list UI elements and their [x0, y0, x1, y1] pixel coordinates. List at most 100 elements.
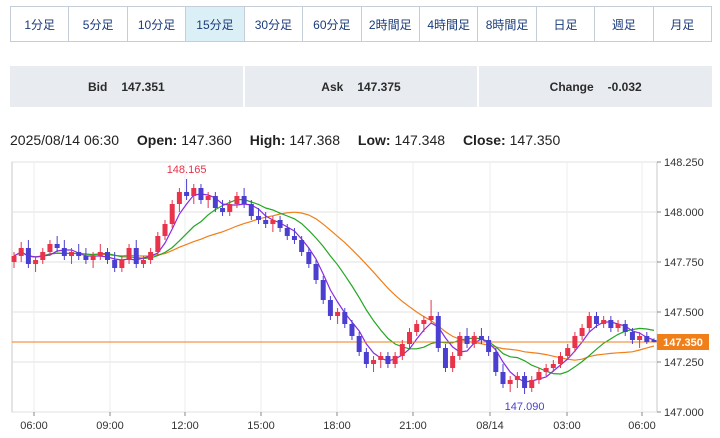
change-value: -0.032 [607, 79, 642, 94]
candle-body [363, 352, 369, 364]
candle-body [299, 240, 305, 252]
candle-body [25, 248, 31, 264]
candlestick-chart[interactable]: 147.000 147.250 147.500 147.750 148.000 148.2… [0, 150, 720, 438]
candle-body [493, 352, 499, 372]
candle-body [205, 196, 211, 200]
x-tick-label: 18:00 [323, 420, 351, 432]
candle-body [248, 204, 254, 216]
x-tick-label: 09:00 [96, 420, 124, 432]
candle-body [543, 368, 549, 372]
current-price-label: 147.350 [663, 337, 703, 349]
tab-9[interactable]: 8時間足 [478, 7, 537, 41]
y-tick-label: 147.000 [664, 407, 704, 419]
tab-7[interactable]: 2時間足 [362, 7, 420, 41]
candle-body [522, 376, 528, 388]
tab-6[interactable]: 60分足 [303, 7, 362, 41]
candle-body [97, 252, 103, 256]
candle-body [191, 188, 197, 196]
candle-body [464, 336, 470, 344]
candle-body [428, 316, 434, 320]
tab-5[interactable]: 30分足 [245, 7, 304, 41]
open-value: 147.360 [181, 132, 232, 148]
candle-body [33, 260, 39, 264]
tab-10[interactable]: 日足 [537, 7, 596, 41]
x-tick-label: 08/14 [476, 420, 504, 432]
candle-body [263, 220, 269, 224]
candle-body [76, 252, 82, 256]
candle-body [507, 380, 513, 384]
candle-body [83, 256, 89, 260]
candle-body [550, 364, 556, 368]
ask-value: 147.375 [357, 79, 401, 94]
candle-body [162, 224, 168, 236]
high-label: High: [249, 132, 286, 148]
candle-body [529, 380, 535, 388]
ohlc-datetime: 2025/08/14 06:30 [10, 132, 119, 148]
candle-body [220, 208, 226, 212]
candle-body [184, 192, 190, 196]
tab-2[interactable]: 5分足 [69, 7, 128, 41]
candle-body [270, 220, 276, 224]
close-label: Close: [462, 132, 506, 148]
y-tick-label: 147.750 [664, 257, 704, 269]
candle-body [119, 260, 125, 268]
candle-body [586, 316, 592, 328]
candle-body [651, 340, 657, 342]
candle-body [176, 192, 182, 204]
candle-body [579, 328, 585, 336]
x-tick-label: 06:00 [628, 420, 656, 432]
candle-body [378, 356, 384, 360]
change-label: Change [549, 79, 594, 94]
x-tick-label: 12:00 [171, 420, 199, 432]
candle-body [155, 236, 161, 252]
candle-body [356, 336, 362, 352]
candle-body [47, 244, 53, 252]
x-tick-label: 06:00 [20, 420, 48, 432]
candle-body [371, 360, 377, 364]
candle-body [349, 324, 355, 336]
x-tick-label: 21:00 [399, 420, 427, 432]
candle-body [629, 332, 635, 340]
candle-body [234, 196, 240, 204]
tab-11[interactable]: 週足 [595, 7, 654, 41]
candle-body [335, 312, 341, 316]
candle-body [414, 324, 420, 332]
high-annotation: 148.165 [167, 164, 207, 176]
candle-body [392, 356, 398, 364]
low-label: Low: [357, 132, 391, 148]
candle-body [478, 336, 484, 340]
candle-body [212, 196, 218, 208]
candle-body [615, 324, 621, 328]
change-box: Change -0.032 [479, 66, 713, 107]
candle-body [450, 356, 456, 368]
candle-body [536, 372, 542, 380]
candle-body [140, 260, 146, 264]
candle-body [622, 324, 628, 332]
candle-body [486, 340, 492, 352]
tab-8[interactable]: 4時間足 [420, 7, 479, 41]
candle-body [558, 356, 564, 364]
ask-label: Ask [321, 79, 344, 94]
quote-bar: Bid 147.351 Ask 147.375 Change -0.032 [10, 66, 713, 107]
candle-body [421, 320, 427, 324]
candle-body [601, 320, 607, 324]
y-tick-label: 147.500 [664, 307, 704, 319]
candle-body [593, 316, 599, 324]
candle-body [40, 252, 46, 260]
timeframe-tabs: 1分足 5分足 10分足 15分足 30分足 60分足 2時間足 4時間足 8時間足 日足 週足 月足 [10, 6, 712, 42]
candle-body [342, 312, 348, 324]
y-tick-label: 147.250 [664, 357, 704, 369]
candle-body [442, 348, 448, 368]
tab-12[interactable]: 月足 [654, 7, 711, 41]
low-annotation: 147.090 [505, 401, 545, 413]
tab-3[interactable]: 10分足 [128, 7, 187, 41]
tab-4[interactable]: 15分足 [186, 7, 245, 41]
candle-body [169, 204, 175, 224]
candle-body [644, 336, 650, 342]
bid-value: 147.351 [121, 79, 165, 94]
candle-body [11, 256, 17, 262]
tab-1[interactable]: 1分足 [11, 7, 70, 41]
candle-body [457, 336, 463, 356]
candle-body [227, 204, 233, 212]
y-tick-label: 148.000 [664, 207, 704, 219]
